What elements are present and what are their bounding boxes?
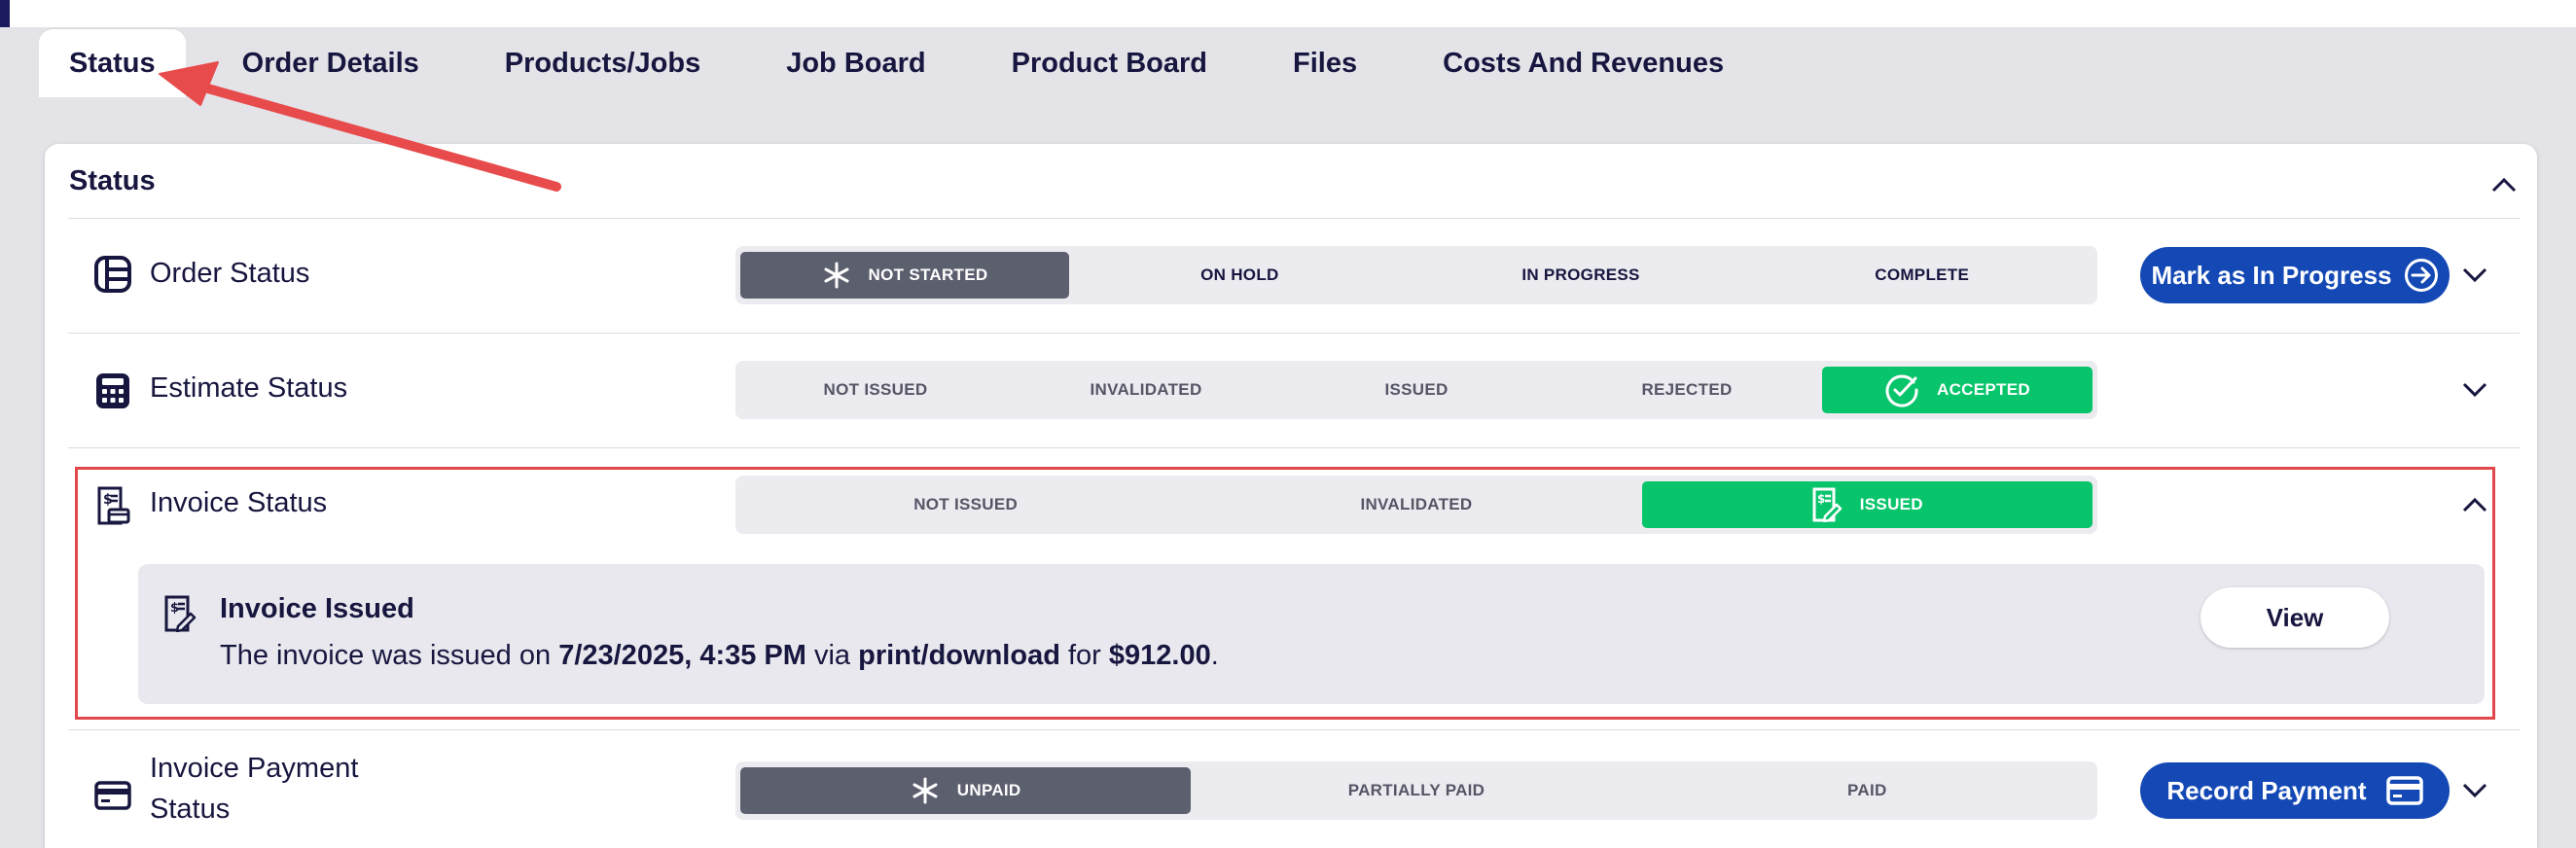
segment-issued[interactable]: $ ISSUED: [1641, 481, 2093, 528]
svg-text:$: $: [1817, 492, 1826, 506]
check-circle-icon: [1884, 372, 1919, 407]
segment-invalidated[interactable]: INVALIDATED: [1011, 367, 1281, 413]
invoice-amount: $912.00: [1108, 640, 1211, 671]
invoice-icon: $: [92, 485, 133, 526]
text-prefix: The invoice was issued on: [220, 640, 559, 671]
record-payment-button[interactable]: Record Payment: [2140, 762, 2450, 819]
label-line-2: Status: [150, 794, 231, 825]
segment-paid[interactable]: PAID: [1642, 767, 2093, 814]
invoice-payment-status-row: Invoice Payment Status UNPAID PARTIALLY …: [68, 729, 2520, 848]
invoice-issued-icon: $: [163, 595, 202, 634]
order-status-label: Order Status: [150, 258, 310, 289]
order-icon: [92, 254, 133, 295]
segment-not-issued[interactable]: NOT ISSUED: [740, 367, 1011, 413]
segment-issued[interactable]: ISSUED: [1281, 367, 1552, 413]
payment-status-segmented: UNPAID PARTIALLY PAID PAID: [735, 761, 2097, 820]
record-payment-label: Record Payment: [2166, 775, 2367, 805]
segment-unpaid[interactable]: UNPAID: [740, 767, 1192, 814]
invoice-status-segmented: NOT ISSUED INVALIDATED $ ISSUED: [735, 476, 2097, 534]
corner-mark: [0, 0, 10, 27]
segment-on-hold[interactable]: ON HOLD: [1069, 252, 1411, 299]
order-status-row: Order Status NOT STARTED ON HOLD IN PROG…: [68, 218, 2520, 333]
invoice-issued-icon: $: [1811, 487, 1843, 522]
segment-not-issued[interactable]: NOT ISSUED: [740, 481, 1191, 528]
mark-as-in-progress-button[interactable]: Mark as In Progress: [2140, 247, 2450, 303]
invoice-issued-description: The invoice was issued on 7/23/2025, 4:3…: [220, 640, 1219, 672]
segment-label: UNPAID: [956, 781, 1021, 799]
collapse-invoice-status-chevron-up-icon[interactable]: [2455, 485, 2494, 524]
collapse-card-chevron-up-icon[interactable]: [2485, 165, 2523, 204]
segment-label: ISSUED: [1859, 495, 1923, 513]
expand-payment-status-chevron-down-icon[interactable]: [2455, 771, 2494, 810]
invoice-issued-panel: $ Invoice Issued The invoice was issued …: [138, 564, 2485, 704]
view-invoice-button[interactable]: View: [2200, 587, 2389, 648]
expand-estimate-status-chevron-down-icon[interactable]: [2455, 371, 2494, 409]
estimate-status-row: Estimate Status NOT ISSUED INVALIDATED I…: [68, 333, 2520, 447]
tab-files[interactable]: Files: [1264, 29, 1386, 97]
top-bar: [0, 0, 2576, 27]
mark-as-in-progress-label: Mark as In Progress: [2151, 260, 2392, 290]
tab-products-jobs[interactable]: Products/Jobs: [476, 29, 730, 97]
invoice-payment-status-label: Invoice Payment Status: [150, 748, 358, 830]
segment-label: ACCEPTED: [1937, 380, 2030, 399]
asterisk-icon: [911, 776, 940, 805]
invoice-issued-title: Invoice Issued: [220, 593, 414, 624]
tab-status[interactable]: Status: [39, 29, 186, 97]
asterisk-icon: [822, 261, 851, 290]
segment-invalidated[interactable]: INVALIDATED: [1191, 481, 1641, 528]
issue-method: print/download: [858, 640, 1060, 671]
text-for: for: [1059, 640, 1109, 671]
svg-text:$: $: [170, 601, 179, 616]
tab-order-details[interactable]: Order Details: [213, 29, 448, 97]
credit-card-icon: [92, 775, 133, 816]
invoice-status-label: Invoice Status: [150, 487, 328, 518]
segment-partially-paid[interactable]: PARTIALLY PAID: [1191, 767, 1641, 814]
text-end: .: [1210, 640, 1219, 671]
segment-accepted[interactable]: ACCEPTED: [1822, 367, 2093, 413]
segment-rejected[interactable]: REJECTED: [1552, 367, 1822, 413]
tab-costs-and-revenues[interactable]: Costs And Revenues: [1413, 29, 1753, 97]
estimate-status-segmented: NOT ISSUED INVALIDATED ISSUED REJECTED A…: [735, 361, 2097, 419]
segment-not-started[interactable]: NOT STARTED: [740, 252, 1069, 299]
credit-card-icon: [2385, 776, 2423, 805]
segment-complete[interactable]: COMPLETE: [1751, 252, 2093, 299]
tab-product-board[interactable]: Product Board: [983, 29, 1236, 97]
segment-label: NOT STARTED: [868, 265, 988, 284]
status-card: Status Order Status NOT STARTED ON HOLD …: [45, 144, 2537, 848]
tab-bar: Status Order Details Products/Jobs Job B…: [39, 29, 1753, 97]
arrow-right-circle-icon: [2404, 258, 2439, 293]
order-status-segmented: NOT STARTED ON HOLD IN PROGRESS COMPLETE: [735, 246, 2097, 304]
text-via: via: [805, 640, 859, 671]
segment-in-progress[interactable]: IN PROGRESS: [1411, 252, 1752, 299]
tab-job-board[interactable]: Job Board: [757, 29, 954, 97]
issued-date: 7/23/2025, 4:35 PM: [558, 640, 806, 671]
estimate-status-label: Estimate Status: [150, 372, 348, 404]
label-line-1: Invoice Payment: [150, 753, 359, 784]
card-title: Status: [69, 165, 156, 196]
calculator-icon: [92, 371, 133, 411]
expand-order-status-chevron-down-icon[interactable]: [2455, 256, 2494, 295]
